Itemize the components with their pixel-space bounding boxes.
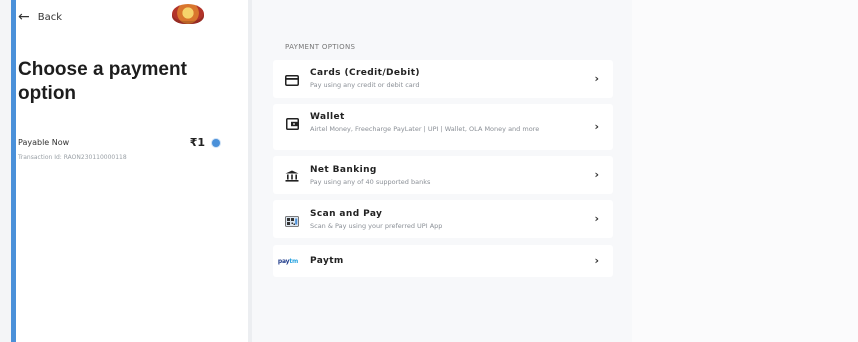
wallet-icon bbox=[285, 118, 299, 130]
payment-option-description: Pay using any of 40 supported banks bbox=[310, 178, 431, 186]
payment-option-title: Wallet bbox=[310, 112, 345, 122]
payment-option-net-banking[interactable]: Net Banking Pay using any of 40 supporte… bbox=[273, 156, 613, 194]
payment-option-title: Scan and Pay bbox=[310, 209, 383, 219]
right-blank-panel bbox=[632, 0, 858, 342]
arrow-left-icon: ← bbox=[18, 9, 30, 25]
payable-row: Payable Now ₹1 bbox=[18, 136, 220, 149]
info-icon[interactable] bbox=[212, 138, 220, 147]
chevron-right-icon: › bbox=[594, 212, 599, 225]
chevron-right-icon: › bbox=[594, 72, 599, 85]
summary-panel bbox=[16, 0, 248, 342]
chevron-right-icon: › bbox=[594, 254, 599, 267]
payment-option-title: Paytm bbox=[310, 256, 344, 266]
payable-amount: ₹1 bbox=[189, 136, 205, 149]
back-button[interactable]: ← Back bbox=[18, 10, 62, 24]
payment-option-description: Scan & Pay using your preferred UPI App bbox=[310, 222, 443, 230]
payment-option-title: Net Banking bbox=[310, 165, 377, 175]
payment-option-cards[interactable]: Cards (Credit/Debit) Pay using any credi… bbox=[273, 60, 613, 98]
qr-code-icon bbox=[285, 215, 299, 227]
amount-wrap: ₹1 bbox=[190, 136, 220, 149]
card-icon bbox=[285, 74, 299, 86]
paytm-logo-icon: paytm bbox=[277, 257, 299, 265]
back-label: Back bbox=[37, 11, 63, 23]
payment-option-paytm[interactable]: paytm Paytm › bbox=[273, 245, 613, 277]
chevron-right-icon: › bbox=[594, 168, 599, 181]
bank-icon bbox=[285, 170, 299, 182]
payment-option-title: Cards (Credit/Debit) bbox=[310, 68, 420, 78]
transaction-id: Transaction Id: RAON230110000118 bbox=[18, 154, 127, 161]
chevron-right-icon: › bbox=[594, 120, 599, 133]
page-title: Choose a payment option bbox=[18, 59, 187, 104]
checkout-page: ← Back Choose a payment option Payable N… bbox=[0, 0, 858, 342]
payment-option-description: Airtel Money, Freecharge PayLater | UPI … bbox=[310, 125, 540, 133]
merchant-logo bbox=[172, 4, 204, 24]
payable-label: Payable Now bbox=[18, 138, 70, 147]
payment-option-scan-and-pay[interactable]: Scan and Pay Scan & Pay using your prefe… bbox=[273, 200, 613, 238]
payment-option-description: Pay using any credit or debit card bbox=[310, 81, 420, 89]
payment-option-wallet[interactable]: Wallet Airtel Money, Freecharge PayLater… bbox=[273, 104, 613, 150]
payment-options-heading: PAYMENT OPTIONS bbox=[285, 43, 356, 51]
